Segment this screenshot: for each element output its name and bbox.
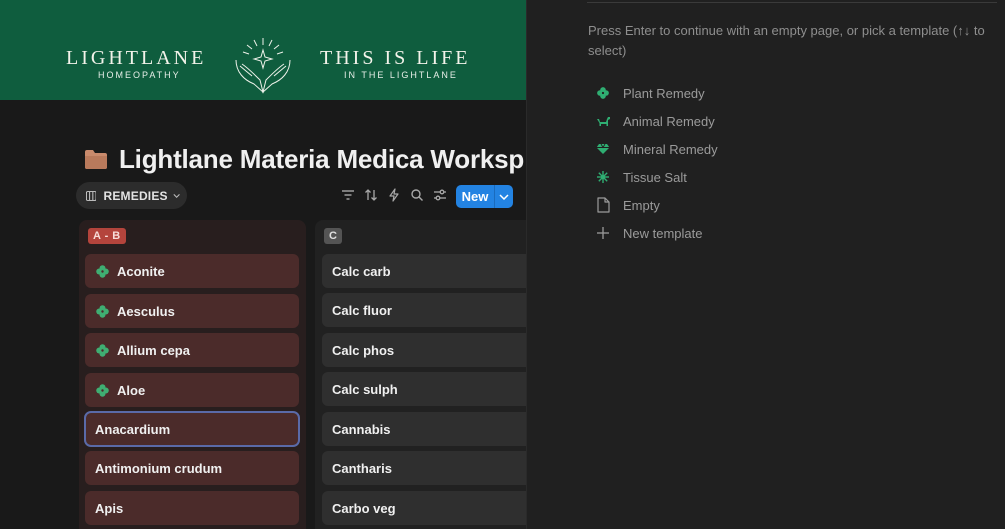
card-title: Anacardium [95,421,171,437]
template-label: Mineral Remedy [623,141,718,157]
card-title: Aesculus [117,303,175,319]
sparkle-icon [597,171,609,183]
page-title[interactable]: Lightlane Materia Medica Worksp [119,144,524,175]
card-title: Calc carb [332,263,391,279]
board-column-c: C Calc carb Calc fluor Calc phos Calc su… [315,220,526,529]
template-new[interactable]: New template [595,222,702,244]
card-title: Allium cepa [117,342,190,358]
card-aconite[interactable]: Aconite [85,254,299,288]
page-icon [596,197,610,213]
new-dropdown-button[interactable] [495,193,513,200]
clover-icon [96,383,109,397]
card-aesculus[interactable]: Aesculus [85,294,299,328]
dog-icon [597,117,610,126]
card-title: Cannabis [332,421,391,437]
chevron-down-icon [173,193,180,198]
board-view-icon [86,190,97,201]
sort-icon[interactable] [364,188,378,202]
card-title: Calc sulph [332,381,398,397]
plus-icon [597,227,609,239]
page-title-row: Lightlane Materia Medica Worksp [84,142,524,176]
template-label: Animal Remedy [623,113,715,129]
view-tab-label: REMEDIES [103,188,168,203]
database-page: LIGHTLANE HOMEOPATHY THIS IS LIFE IN THE… [0,0,526,529]
group-label-c[interactable]: C [324,228,343,244]
board-column-a-b: A - B Aconite Aesculus Allium cepa Aloe … [79,220,306,529]
brand-right-title: THIS IS LIFE [320,47,471,69]
view-tab-remedies[interactable]: REMEDIES [76,182,187,209]
card-calc-fluor[interactable]: Calc fluor [322,293,526,327]
new-page-template-panel: Press Enter to continue with an empty pa… [526,0,1005,529]
clover-icon [96,264,109,278]
card-calc-carb[interactable]: Calc carb [322,254,526,288]
template-label: New template [623,225,703,241]
card-title: Cantharis [332,460,392,476]
card-cannabis[interactable]: Cannabis [322,412,526,446]
template-tissue-salt[interactable]: Tissue Salt [595,166,687,188]
gem-icon [596,143,610,154]
divider [587,2,997,3]
template-label: Plant Remedy [623,85,705,101]
cover-banner: LIGHTLANE HOMEOPATHY THIS IS LIFE IN THE… [0,0,526,100]
new-button[interactable]: New [456,185,513,208]
filter-icon[interactable] [341,188,355,202]
clover-icon [96,304,109,318]
template-label: Empty [623,197,660,213]
card-calc-phos[interactable]: Calc phos [322,333,526,367]
card-carbo-veg[interactable]: Carbo veg [322,491,526,525]
template-plant-remedy[interactable]: Plant Remedy [595,82,705,104]
template-mineral-remedy[interactable]: Mineral Remedy [595,138,718,160]
card-aloe[interactable]: Aloe [85,373,299,407]
card-title: Carbo veg [332,500,396,516]
automation-lightning-icon[interactable] [387,188,401,202]
template-label: Tissue Salt [623,169,687,185]
template-empty[interactable]: Empty [595,194,660,216]
template-animal-remedy[interactable]: Animal Remedy [595,110,715,132]
brand-right-subtitle: IN THE LIGHTLANE [344,70,458,80]
clover-icon [597,87,609,99]
card-title: Aloe [117,382,146,398]
card-calc-sulph[interactable]: Calc sulph [322,372,526,406]
settings-sliders-icon[interactable] [433,188,447,202]
new-button-label: New [461,189,489,204]
brand-left-title: LIGHTLANE [66,47,207,69]
folder-icon[interactable] [84,148,108,170]
card-title: Apis [95,500,124,516]
card-apis[interactable]: Apis [85,491,299,525]
card-anacardium[interactable]: Anacardium [84,411,300,447]
clover-icon [96,343,109,357]
brand-left-subtitle: HOMEOPATHY [98,70,181,80]
group-label-a-b[interactable]: A - B [88,228,126,244]
card-cantharis[interactable]: Cantharis [322,451,526,485]
card-title: Aconite [117,263,165,279]
hands-star-logo-icon [235,38,291,94]
search-icon[interactable] [410,188,424,202]
card-antimonium-crudum[interactable]: Antimonium crudum [85,451,299,485]
chevron-down-icon [499,193,509,200]
card-title: Antimonium crudum [95,460,223,476]
card-allium-cepa[interactable]: Allium cepa [85,333,299,367]
template-hint-text: Press Enter to continue with an empty pa… [588,23,985,58]
card-title: Calc fluor [332,302,392,318]
card-title: Calc phos [332,342,395,358]
